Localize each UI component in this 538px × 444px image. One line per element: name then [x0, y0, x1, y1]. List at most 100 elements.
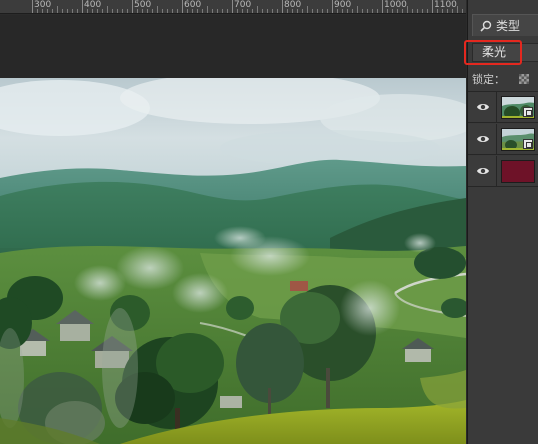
ruler-major-tick	[332, 0, 333, 13]
search-icon	[480, 20, 492, 32]
ruler-minor-tick	[272, 9, 273, 13]
layer-thumbnail[interactable]	[501, 128, 535, 151]
ruler-minor-tick	[102, 9, 103, 13]
eye-visibility-icon[interactable]	[476, 101, 490, 113]
ruler-minor-tick	[292, 9, 293, 13]
ruler-minor-tick	[57, 6, 58, 13]
ruler-major-tick	[382, 0, 383, 13]
layer-filter-dropdown[interactable]: 类型	[472, 14, 538, 36]
ruler-minor-tick	[257, 6, 258, 13]
ruler-minor-tick	[387, 9, 388, 13]
ruler-minor-tick	[327, 9, 328, 13]
ruler-minor-tick	[67, 9, 68, 13]
ruler-minor-tick	[347, 9, 348, 13]
ruler-minor-tick	[137, 9, 138, 13]
ruler-minor-tick	[267, 9, 268, 13]
landscape-image	[0, 78, 466, 444]
lock-row: 锁定：	[472, 70, 538, 88]
ruler-minor-tick	[92, 9, 93, 13]
document-canvas[interactable]	[0, 78, 466, 444]
layer-filter-label: 类型	[496, 19, 521, 33]
ruler-minor-tick	[237, 9, 238, 13]
ruler-minor-tick	[167, 9, 168, 13]
ruler-minor-tick	[312, 9, 313, 13]
layer-row[interactable]	[468, 92, 538, 123]
ruler-minor-tick	[172, 9, 173, 13]
blend-mode-row: 柔光	[464, 40, 538, 65]
ruler-minor-tick	[87, 9, 88, 13]
ruler-major-tick	[182, 0, 183, 13]
ruler-minor-tick	[392, 9, 393, 13]
ruler-minor-tick	[377, 9, 378, 13]
ruler-minor-tick	[112, 9, 113, 13]
smart-object-icon	[523, 107, 533, 117]
ruler-minor-tick	[77, 9, 78, 13]
divider	[496, 124, 497, 154]
ruler-minor-tick	[442, 9, 443, 13]
ruler-major-tick	[82, 0, 83, 13]
lock-transparent-pixels-icon[interactable]	[519, 74, 529, 84]
smart-object-icon	[523, 139, 533, 149]
layer-thumbnail[interactable]	[501, 96, 535, 119]
ruler-minor-tick	[107, 6, 108, 13]
ruler-minor-tick	[402, 9, 403, 13]
ruler-minor-tick	[317, 9, 318, 13]
ruler-minor-tick	[302, 9, 303, 13]
ruler-minor-tick	[162, 9, 163, 13]
ruler-minor-tick	[297, 9, 298, 13]
ruler-minor-tick	[47, 9, 48, 13]
ruler-minor-tick	[397, 9, 398, 13]
ruler-minor-tick	[52, 9, 53, 13]
ruler-major-tick	[32, 0, 33, 13]
layer-thumbnail-color-fill[interactable]	[501, 160, 535, 183]
ruler-minor-tick	[427, 9, 428, 13]
ruler-minor-tick	[342, 9, 343, 13]
ruler-minor-tick	[207, 6, 208, 13]
ruler-minor-tick	[287, 9, 288, 13]
ruler-minor-tick	[142, 9, 143, 13]
layers-panel: 类型 柔光 锁定：	[464, 0, 538, 444]
ruler-minor-tick	[157, 6, 158, 13]
horizontal-ruler[interactable]: 300 400 500 600 700 800 900 1000 1100	[0, 0, 466, 14]
divider	[496, 156, 497, 186]
ruler-minor-tick	[127, 9, 128, 13]
eye-visibility-icon[interactable]	[476, 133, 490, 145]
ruler-minor-tick	[62, 9, 63, 13]
layer-row[interactable]	[468, 124, 538, 155]
ruler-minor-tick	[422, 9, 423, 13]
ruler-minor-tick	[352, 9, 353, 13]
ruler-minor-tick	[307, 6, 308, 13]
ruler-minor-tick	[367, 9, 368, 13]
ruler-minor-tick	[262, 9, 263, 13]
ruler-minor-tick	[452, 9, 453, 13]
ruler-minor-tick	[412, 9, 413, 13]
ruler-minor-tick	[222, 9, 223, 13]
ruler-minor-tick	[202, 9, 203, 13]
ruler-minor-tick	[192, 9, 193, 13]
ruler-minor-tick	[37, 9, 38, 13]
ruler-minor-tick	[247, 9, 248, 13]
eye-visibility-icon[interactable]	[476, 165, 490, 177]
ruler-minor-tick	[152, 9, 153, 13]
ruler-minor-tick	[462, 9, 463, 13]
ruler-minor-tick	[447, 9, 448, 13]
ruler-major-tick	[432, 0, 433, 13]
ruler-major-tick	[132, 0, 133, 13]
ruler-minor-tick	[117, 9, 118, 13]
ruler-minor-tick	[252, 9, 253, 13]
ruler-major-tick	[282, 0, 283, 13]
ruler-minor-tick	[407, 6, 408, 13]
ruler-minor-tick	[242, 9, 243, 13]
ruler-minor-tick	[197, 9, 198, 13]
ruler-minor-tick	[437, 9, 438, 13]
ruler-minor-tick	[372, 9, 373, 13]
ruler-minor-tick	[187, 9, 188, 13]
ruler-minor-tick	[122, 9, 123, 13]
ruler-minor-tick	[97, 9, 98, 13]
divider	[496, 92, 497, 122]
ruler-minor-tick	[147, 9, 148, 13]
ruler-minor-tick	[177, 9, 178, 13]
ruler-minor-tick	[72, 9, 73, 13]
layer-row[interactable]	[468, 156, 538, 187]
ruler-minor-tick	[457, 6, 458, 13]
